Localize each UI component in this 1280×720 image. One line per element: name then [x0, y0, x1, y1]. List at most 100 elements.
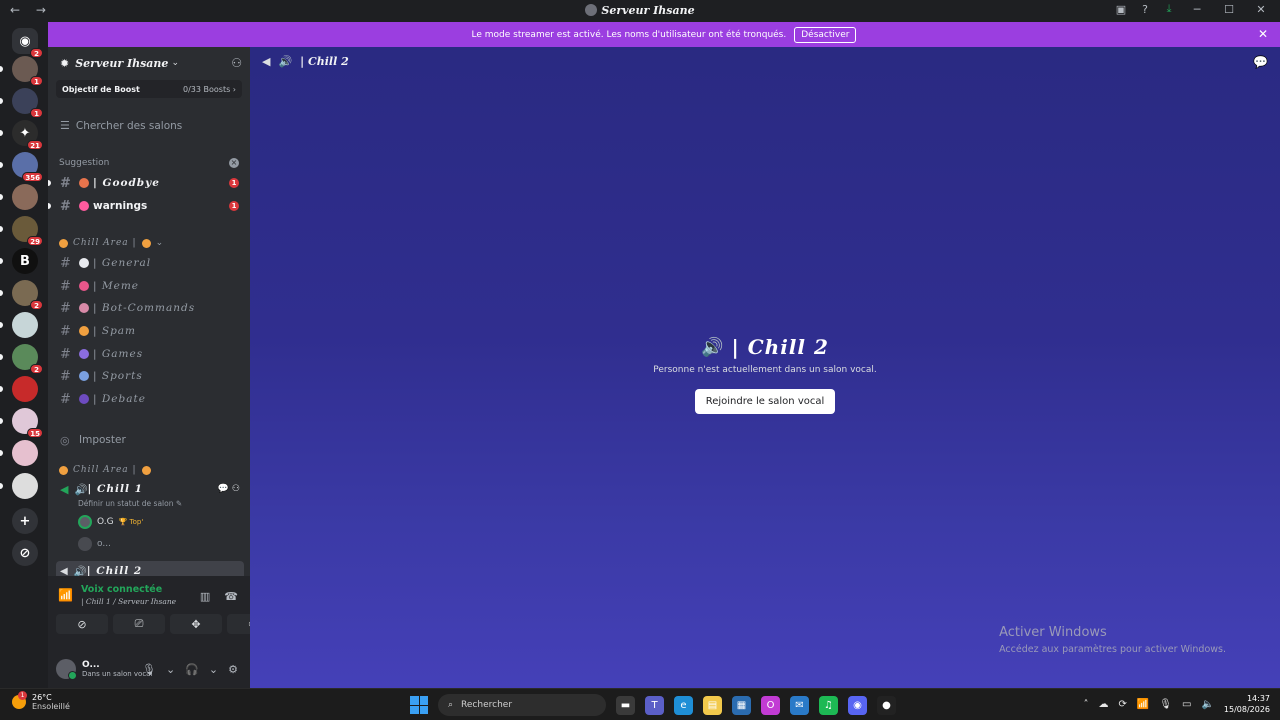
chevron-down-icon[interactable]: ⌄: [209, 663, 218, 676]
outlook-icon[interactable]: ✉: [790, 695, 809, 715]
server-7-icon[interactable]: B: [12, 248, 38, 274]
wifi-icon[interactable]: 📶: [1137, 699, 1149, 710]
server-12-icon[interactable]: 15: [12, 408, 43, 438]
signal-icon[interactable]: 📶: [58, 588, 73, 602]
dismiss-icon[interactable]: ×: [229, 158, 239, 168]
server-13-icon[interactable]: [12, 440, 38, 466]
server-9-icon[interactable]: [12, 312, 38, 338]
start-button[interactable]: [410, 696, 428, 714]
server-emblem-icon: ✹: [60, 56, 70, 70]
server-4-icon[interactable]: 356: [12, 152, 43, 182]
help-icon[interactable]: ?: [1138, 2, 1152, 16]
volume-icon[interactable]: 🔈: [1201, 699, 1213, 710]
server-11-icon[interactable]: [12, 376, 38, 402]
clock-date: 15/08/2026: [1223, 705, 1270, 714]
text-channel[interactable]: # | Bot-Commands: [48, 298, 250, 318]
add-server-icon[interactable]: +: [12, 508, 38, 534]
gear-icon[interactable]: ⚙: [228, 663, 238, 676]
voice-member[interactable]: O.G 🏆 Top': [78, 515, 143, 529]
server-8-icon[interactable]: 2: [12, 280, 43, 310]
maximize-button[interactable]: ☐: [1218, 3, 1240, 16]
avatar[interactable]: [56, 659, 77, 680]
server-6-icon[interactable]: 29: [12, 216, 43, 246]
headphones-icon[interactable]: 🎧: [185, 663, 199, 676]
category-chill-area-voice[interactable]: Chill Area |: [59, 465, 151, 475]
noise-suppression-icon[interactable]: ▥: [200, 590, 210, 603]
join-voice-button[interactable]: Rejoindre le salon vocal: [694, 389, 836, 414]
text-channel[interactable]: # | Spam: [48, 321, 250, 341]
channel-status[interactable]: Définir un statut de salon ✎: [78, 499, 182, 508]
disconnect-icon[interactable]: ☎: [224, 590, 238, 603]
unread-pill: [0, 194, 3, 200]
text-channel[interactable]: # | Sports: [48, 366, 250, 386]
category-suggestion[interactable]: Suggestion ×: [59, 158, 239, 168]
server-name: Serveur Ihsane: [75, 56, 169, 70]
server-10-icon[interactable]: 2: [12, 344, 43, 374]
weather-widget[interactable]: 26°C Ensoleillé: [12, 691, 70, 711]
folders-icon[interactable]: ▤: [703, 695, 722, 715]
download-icon[interactable]: ⤓: [1162, 2, 1176, 16]
edge-icon[interactable]: e: [674, 695, 693, 715]
close-button[interactable]: ✕: [1250, 3, 1272, 16]
voice-member[interactable]: o...: [78, 537, 111, 551]
teams-icon[interactable]: T: [645, 695, 664, 715]
microphone-icon[interactable]: 🎙: [142, 663, 156, 676]
category-chill-area[interactable]: Chill Area | ⌄: [59, 238, 164, 248]
server-5-icon[interactable]: [12, 184, 38, 210]
text-channel[interactable]: # warnings 1: [48, 196, 250, 216]
microphone-icon[interactable]: 🎙: [1159, 699, 1172, 710]
minimize-button[interactable]: ─: [1186, 3, 1208, 16]
activities-button[interactable]: ✥: [170, 614, 222, 634]
channel-emoji-icon: [79, 349, 89, 359]
server-header[interactable]: ✹ Serveur Ihsane ⌄ ⚇: [48, 47, 250, 79]
clock[interactable]: 14:37 15/08/2026: [1224, 693, 1270, 715]
mention-badge: 1: [30, 108, 43, 118]
discord-icon[interactable]: ◉: [848, 695, 867, 715]
avatar: [78, 537, 92, 551]
spotify-icon[interactable]: ♫: [819, 695, 838, 715]
obs-icon[interactable]: ●: [877, 695, 896, 715]
face-emoji-icon: [141, 238, 151, 248]
text-channel[interactable]: # | General: [48, 253, 250, 273]
server-3-icon[interactable]: ✦ 21: [12, 120, 43, 150]
voice-channel-title-text: | Chill 2: [731, 335, 829, 359]
text-channel[interactable]: # | Goodbye 1: [48, 173, 250, 193]
opera-icon[interactable]: O: [761, 695, 780, 715]
camera-button[interactable]: ⊘: [56, 614, 108, 634]
channel-search[interactable]: ☰ Chercher des salons: [60, 119, 182, 132]
chevron-up-icon[interactable]: ˄: [1083, 699, 1088, 710]
explore-icon[interactable]: ⊘: [12, 540, 38, 566]
close-banner-icon[interactable]: ✕: [1258, 27, 1268, 41]
channel-imposter[interactable]: ◎ Imposter: [48, 430, 250, 450]
chevron-down-icon[interactable]: ⌄: [166, 663, 175, 676]
server-1-icon[interactable]: 1: [12, 56, 43, 86]
text-channel[interactable]: # | Debate: [48, 389, 250, 409]
window-title-text: Serveur Ihsane: [601, 4, 695, 17]
text-channel[interactable]: # | Games: [48, 344, 250, 364]
store-icon[interactable]: ▦: [732, 695, 751, 715]
voice-channel-path[interactable]: | Chill 1 / Serveur Ihsane: [81, 597, 176, 606]
server-14-icon[interactable]: [12, 473, 38, 499]
channel-emoji-icon: [79, 303, 89, 313]
clock-time: 14:37: [1246, 694, 1270, 703]
server-2-icon[interactable]: 1: [12, 88, 43, 118]
face-emoji-icon: [59, 465, 68, 475]
cloud-icon[interactable]: ☁: [1098, 699, 1108, 710]
sync-icon[interactable]: ⟳: [1118, 699, 1126, 710]
voice-channel-chill-1[interactable]: ◀ 🔊 | Chill 1 💬 ⚇: [48, 479, 250, 499]
invite-icon[interactable]: ⚇: [231, 56, 242, 70]
server-glyph: +: [19, 513, 31, 529]
taskbar-search[interactable]: ⌕ Rechercher: [438, 694, 606, 716]
file-explorer-dark-icon[interactable]: ▬: [616, 695, 635, 715]
screen-share-button[interactable]: ⎚: [113, 614, 165, 634]
boost-goal[interactable]: Objectif de Boost 0/33 Boosts ›: [56, 80, 242, 98]
disable-streamer-button[interactable]: Désactiver: [794, 26, 857, 43]
avatar: [78, 515, 92, 529]
channel-actions[interactable]: 💬 ⚇: [218, 484, 240, 494]
chat-bubble-icon[interactable]: 💬: [1253, 55, 1268, 69]
watermark-subtitle: Accédez aux paramètres pour activer Wind…: [999, 644, 1226, 655]
inbox-icon[interactable]: ▣: [1114, 2, 1128, 16]
text-channel[interactable]: # | Meme: [48, 276, 250, 296]
battery-icon[interactable]: ▭: [1182, 699, 1191, 710]
direct-messages-icon[interactable]: ◉ 2: [12, 28, 43, 58]
